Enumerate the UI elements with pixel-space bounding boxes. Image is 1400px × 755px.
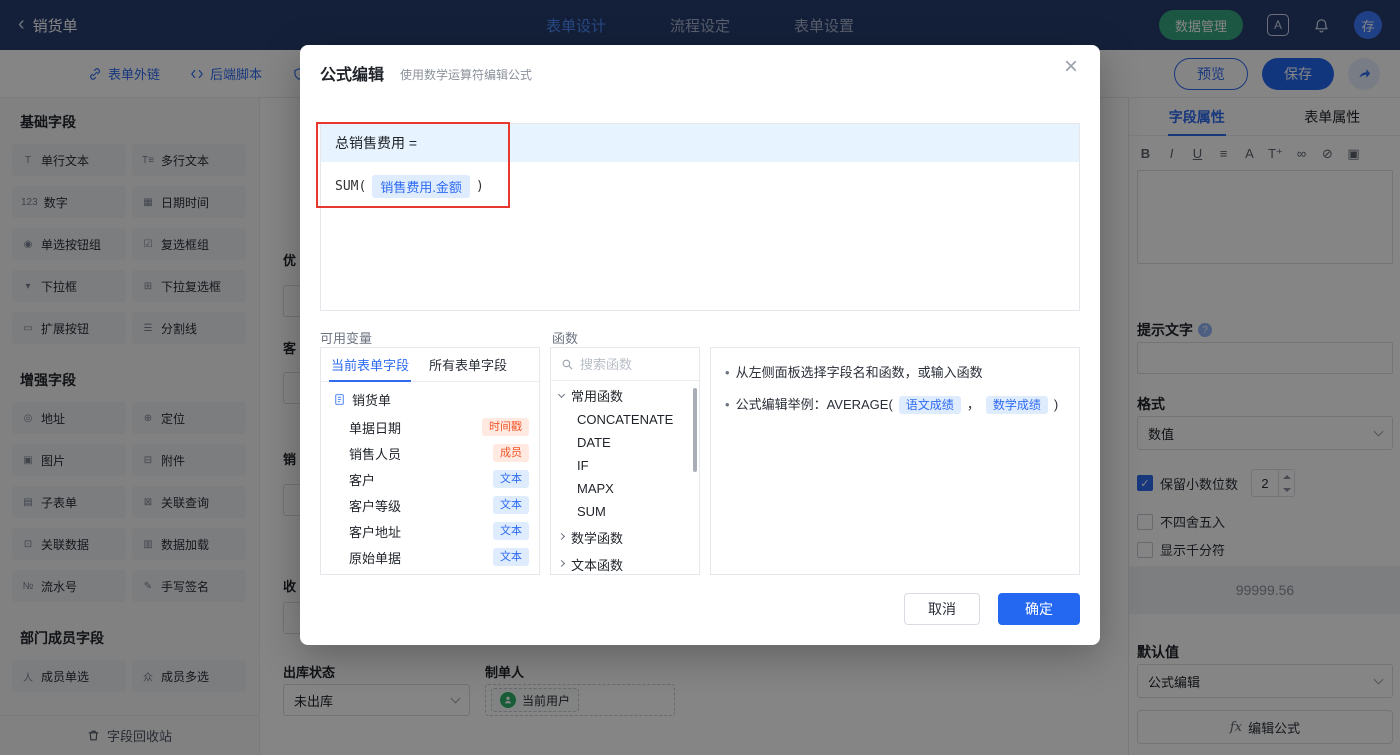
example-field-chip: 数学成绩 [986,396,1048,414]
formula-close-paren: ) [476,179,484,194]
function-group-math[interactable]: 数学函数 [551,525,699,550]
formula-expression-line: SUM( 销售费用.金额 ) [321,162,1079,211]
variable-row[interactable]: 单据日期 时间戳 [321,414,539,440]
variables-tree-root[interactable]: 销货单 [321,382,539,414]
function-item[interactable]: IF [551,454,699,477]
variable-name: 销售人员 [349,444,401,463]
variable-name: 单据日期 [349,418,401,437]
function-group-label: 数学函数 [571,528,623,547]
help-example-suffix: ) [1054,394,1058,416]
formula-target-line: 总销售费用 = [321,124,1079,162]
modal-title: 公式编辑 [320,61,384,85]
help-example-prefix: 公式编辑举例：AVERAGE( [736,394,893,416]
close-icon[interactable]: × [1064,55,1078,79]
function-group-label: 常用函数 [571,386,623,405]
variable-row[interactable]: 客户地址 文本 [321,518,539,544]
function-search [551,348,699,381]
variable-row[interactable]: 客户 文本 [321,466,539,492]
tab-current-form-fields[interactable]: 当前表单字段 [321,348,419,381]
help-text-1: 从左侧面板选择字段名和函数，或输入函数 [736,362,983,384]
variable-name: 原始单据 [349,548,401,567]
function-search-input[interactable] [580,357,672,372]
cancel-button[interactable]: 取消 [904,593,980,625]
variable-name: 客户地址 [349,522,401,541]
variable-row[interactable]: 销售人员 成员 [321,440,539,466]
variable-name: 客户等级 [349,496,401,515]
variables-tabs: 当前表单字段 所有表单字段 [321,348,539,382]
variable-name: 客户 [349,470,375,489]
chevron-right-icon [558,532,565,539]
formula-function-open: SUM( [335,179,366,194]
scrollbar-thumb[interactable] [693,388,697,472]
type-badge: 文本 [493,522,529,540]
example-separator: ， [967,394,980,416]
variables-section-label: 可用变量 [320,328,372,347]
type-badge: 文本 [493,470,529,488]
help-line-1: • 从左侧面板选择字段名和函数，或输入函数 [725,362,1065,384]
variable-row[interactable]: 原始单据 文本 [321,544,539,570]
variables-root-label: 销货单 [352,390,391,409]
functions-panel: 常用函数 CONCATENATE DATE IF MAPX SUM 数学函数 文… [550,347,700,575]
functions-section-label: 函数 [552,328,578,347]
type-badge: 成员 [493,444,529,462]
formula-field-chip[interactable]: 销售费用.金额 [372,175,470,198]
type-badge: 文本 [493,496,529,514]
chevron-down-icon [558,390,565,397]
bullet-icon: • [725,362,730,384]
bullet-icon: • [725,394,730,416]
function-group-common[interactable]: 常用函数 [551,383,699,408]
search-icon [561,358,574,371]
function-group-text[interactable]: 文本函数 [551,552,699,575]
type-badge: 文本 [493,548,529,566]
help-line-2: • 公式编辑举例：AVERAGE( 语文成绩 ， 数学成绩 ) [725,394,1065,416]
variables-panel: 当前表单字段 所有表单字段 销货单 单据日期时间戳 销售人员成员 客户文本 客户… [320,347,540,575]
function-item[interactable]: MAPX [551,477,699,500]
chevron-right-icon [558,559,565,566]
example-field-chip: 语文成绩 [899,396,961,414]
formula-help-panel: • 从左侧面板选择字段名和函数，或输入函数 • 公式编辑举例：AVERAGE( … [710,347,1080,575]
type-badge: 时间戳 [482,418,529,436]
tab-all-form-fields[interactable]: 所有表单字段 [419,348,517,381]
function-group-label: 文本函数 [571,555,623,574]
confirm-button[interactable]: 确定 [998,593,1080,625]
formula-edit-modal: 公式编辑 使用数学运算符编辑公式 × 总销售费用 = SUM( 销售费用.金额 … [300,45,1100,645]
document-icon [333,393,346,406]
formula-editor[interactable]: 总销售费用 = SUM( 销售费用.金额 ) [320,123,1080,311]
variable-row[interactable]: 客户等级 文本 [321,492,539,518]
function-item[interactable]: CONCATENATE [551,408,699,431]
function-item[interactable]: SUM [551,500,699,523]
modal-subtitle: 使用数学运算符编辑公式 [400,66,532,83]
function-item[interactable]: DATE [551,431,699,454]
